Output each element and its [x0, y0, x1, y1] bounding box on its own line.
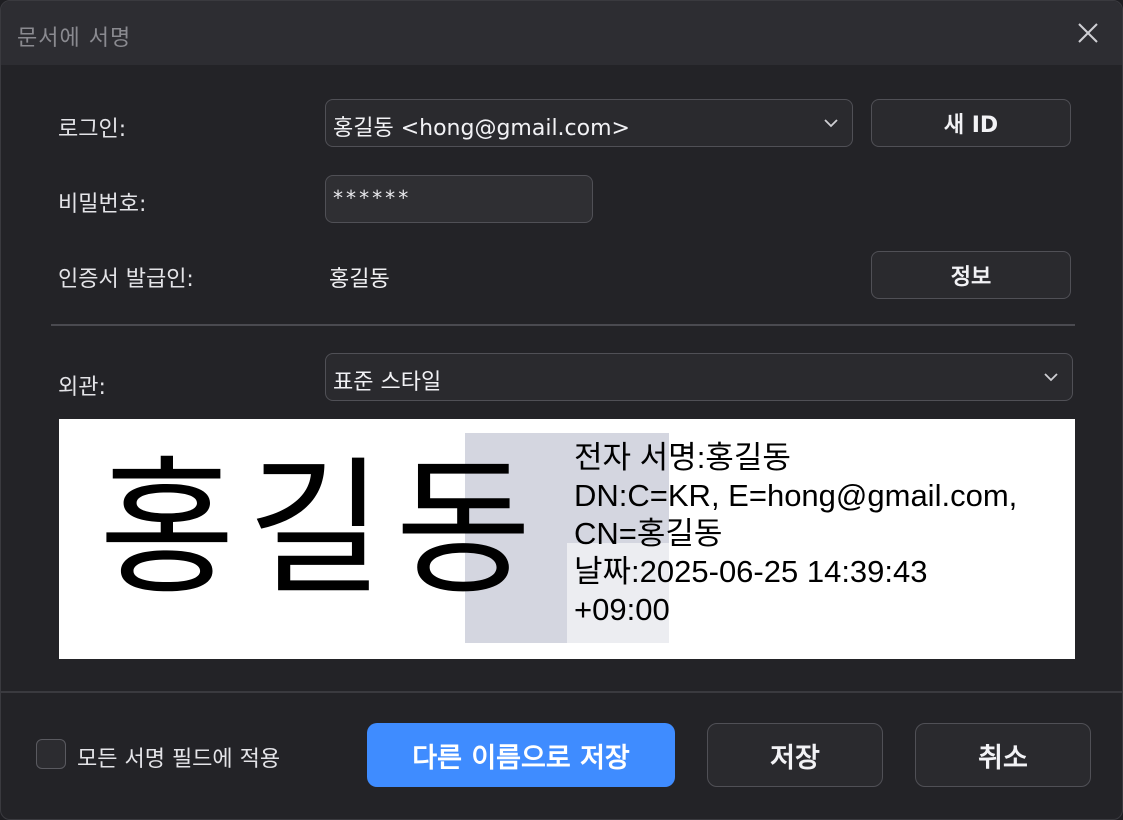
login-label: 로그인: [58, 117, 127, 142]
issuer-label: 인증서 발급인: [58, 267, 194, 292]
signature-line-date: 날짜:2025-06-25 14:39:43 [574, 554, 928, 589]
new-id-button[interactable]: 새 ID [871, 99, 1071, 147]
sign-document-dialog: 문서에 서명 로그인: 홍길동 <hong@gmail.com> 새 ID 비밀… [0, 0, 1123, 820]
close-button[interactable] [1072, 17, 1104, 49]
signature-name: 홍길동 [99, 443, 544, 615]
footer-divider [1, 691, 1122, 693]
password-field[interactable]: ****** [325, 175, 593, 223]
info-button[interactable]: 정보 [871, 251, 1071, 299]
apply-all-checkbox[interactable] [36, 739, 66, 769]
chevron-down-icon [824, 119, 838, 128]
signature-preview: 홍길동 전자 서명:홍길동 DN:C=KR, E=hong@gmail.com,… [59, 419, 1075, 659]
chevron-down-icon [1044, 373, 1058, 382]
signature-details: 전자 서명:홍길동 DN:C=KR, E=hong@gmail.com, CN=… [574, 439, 1017, 629]
cancel-button[interactable]: 취소 [915, 723, 1091, 787]
appearance-selected-value: 표준 스타일 [333, 370, 442, 395]
signature-line-signer: 전자 서명:홍길동 [574, 440, 791, 475]
signature-line-timezone: +09:00 [574, 592, 670, 627]
signature-line-dn: DN:C=KR, E=hong@gmail.com, [574, 478, 1018, 513]
appearance-select[interactable]: 표준 스타일 [325, 353, 1073, 401]
password-label: 비밀번호: [58, 192, 147, 217]
issuer-value: 홍길동 [329, 267, 390, 292]
save-button[interactable]: 저장 [707, 723, 883, 787]
login-select[interactable]: 홍길동 <hong@gmail.com> [325, 99, 853, 147]
title-bar: 문서에 서명 [1, 1, 1122, 65]
signature-line-cn: CN=홍길동 [574, 516, 723, 551]
login-selected-value: 홍길동 <hong@gmail.com> [333, 116, 630, 141]
save-as-button[interactable]: 다른 이름으로 저장 [367, 723, 675, 787]
section-divider [51, 324, 1075, 326]
apply-all-label[interactable]: 모든 서명 필드에 적용 [77, 741, 280, 773]
dialog-title: 문서에 서명 [17, 26, 132, 51]
appearance-label: 외관: [58, 375, 106, 400]
close-icon [1078, 23, 1098, 43]
